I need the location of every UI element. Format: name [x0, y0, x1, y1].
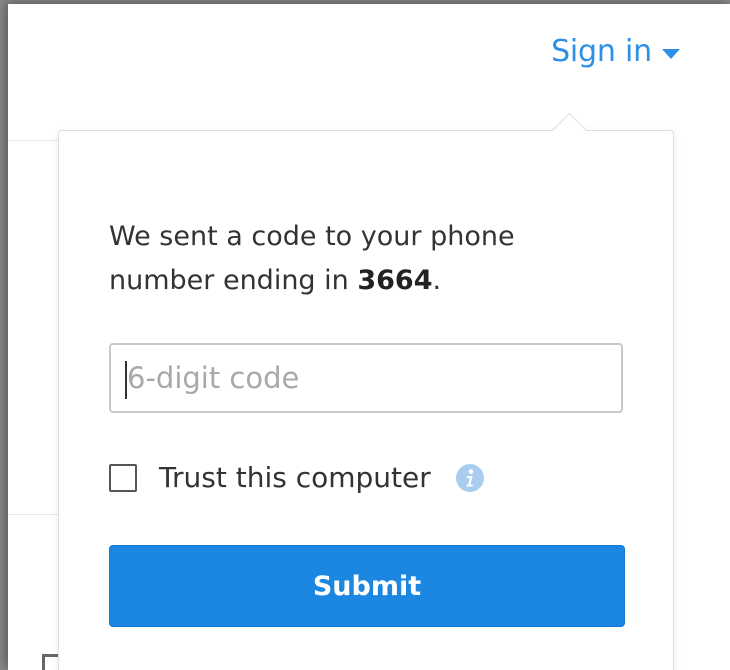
code-field[interactable]: [109, 343, 623, 413]
chevron-down-icon: [662, 48, 680, 59]
trust-computer-row: Trust this computer: [109, 461, 485, 494]
sign-in-label: Sign in: [551, 34, 652, 69]
popover-arrow: [551, 112, 588, 149]
code-input[interactable]: [111, 345, 621, 411]
message-period: .: [432, 265, 442, 296]
submit-button[interactable]: Submit: [109, 545, 625, 627]
text-cursor: [125, 361, 127, 399]
browser-window: Sign in We sent a code to your phone num…: [8, 4, 730, 670]
verification-message: We sent a code to your phone number endi…: [109, 215, 589, 303]
sign-in-menu[interactable]: Sign in: [551, 34, 680, 69]
message-text: We sent a code to your phone number endi…: [109, 221, 515, 296]
verification-popover: We sent a code to your phone number endi…: [58, 112, 674, 670]
trust-computer-label[interactable]: Trust this computer: [159, 461, 431, 494]
info-icon[interactable]: [455, 463, 485, 493]
phone-ending: 3664: [357, 265, 433, 296]
trust-computer-checkbox[interactable]: [109, 463, 137, 492]
